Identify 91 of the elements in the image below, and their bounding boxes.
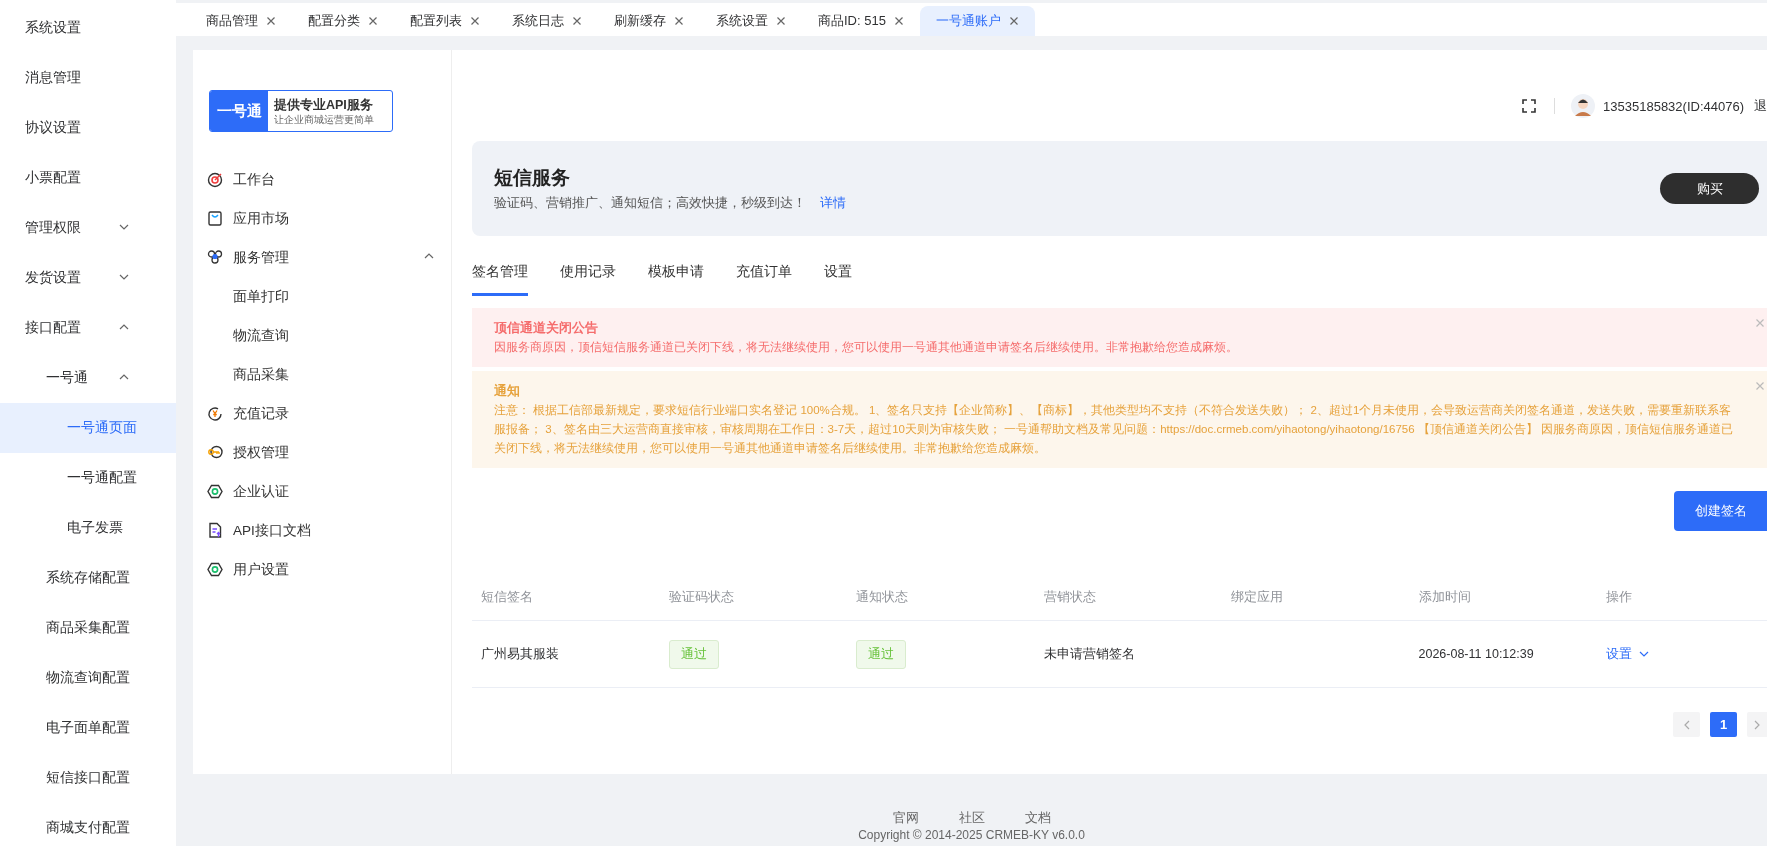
banner-title: 短信服务	[494, 166, 571, 190]
menu-item[interactable]: 面单打印	[193, 277, 451, 316]
table-header-cell-text: 营销状态	[1042, 588, 1097, 606]
table-header-cell-text: 操作	[1605, 588, 1633, 606]
sidebar-item[interactable]: 电子发票	[0, 503, 176, 553]
sidebar-item[interactable]: 系统存储配置	[0, 553, 176, 603]
alert-message: 注意： 根据工信部最新规定，要求短信行业端口实名登记 100%合规。 1、签名只支持【企业简称】、【商标】，其他类型均不支持（不符合发送失败）； 2、超过1个月未使用，会导致运营商关闭签名通道，发送失败，需要重新联系客服报备； 3、签名由三大运营商直接审核，审核周期在工作日：3-7天，超过10天则为审核失败； 一号通帮助文档及常见问题：https://doc.crmeb.com/yihaotong/yihaotong/16756 【顶信通道关闭公告】 因服务商原因，顶信短信服务通道已关闭下线，将无法继续使用，您可以使用一号通其他通道申请签名后继续使用。非常抱歉给您造成麻烦。	[494, 403, 1735, 456]
close-icon[interactable]	[776, 16, 786, 26]
sidebar-item[interactable]: 管理权限	[0, 203, 176, 253]
close-icon[interactable]	[674, 16, 684, 26]
hexagon-icon	[207, 483, 223, 500]
sidebar-item[interactable]: 协议设置	[0, 103, 176, 153]
alert-message: 因服务商原因，顶信短信服务通道已关闭下线，将无法继续使用，您可以使用一号通其他通道申请签名后继续使用。非常抱歉给您造成麻烦。	[494, 340, 1239, 355]
section-tab[interactable]: 签名管理	[472, 246, 528, 296]
menu-item[interactable]: 充值记录	[193, 394, 451, 433]
table-header-cell-text: 短信签名	[480, 588, 534, 606]
sidebar-item[interactable]: 一号通页面	[0, 403, 176, 453]
details-link[interactable]: 详情	[820, 195, 846, 212]
create-signature-button[interactable]: 创建签名	[1674, 491, 1767, 531]
key-icon	[207, 444, 223, 461]
close-icon[interactable]	[1008, 16, 1019, 26]
page-tab[interactable]: 系统日志	[496, 6, 598, 36]
sidebar-item[interactable]: 商城支付配置	[0, 803, 176, 846]
sidebar-item[interactable]: 短信接口配置	[0, 753, 176, 803]
page-tab[interactable]: 商品管理	[190, 6, 292, 36]
menu-item[interactable]: 服务管理	[193, 238, 451, 277]
sidebar-item[interactable]: 消息管理	[0, 53, 176, 103]
nodes-icon	[207, 249, 223, 266]
menu-item[interactable]: 企业认证	[193, 472, 451, 511]
menu-item[interactable]: 工作台	[193, 160, 451, 199]
sidebar-item[interactable]: 小票配置	[0, 153, 176, 203]
table-cell-text: 2026-08-11 10:12:39	[1417, 647, 1535, 661]
page-tab[interactable]: 商品ID: 515	[802, 6, 920, 36]
table-header-cell-text: 绑定应用	[1230, 588, 1284, 606]
banner-description: 验证码、营销推广、通知短信；高效快捷，秒级到达！	[494, 195, 806, 212]
user-name[interactable]: 13535185832(ID:44076)	[1603, 98, 1744, 114]
page-tab[interactable]: 刷新缓存	[598, 6, 700, 36]
section-tab[interactable]: 模板申请	[648, 246, 704, 296]
alert-title: 通知	[494, 383, 521, 400]
menu-item[interactable]: API接口文档	[193, 511, 451, 550]
avatar-icon[interactable]	[1571, 94, 1596, 118]
page-tab[interactable]: 配置列表	[394, 6, 496, 36]
table-cell-text: 广州易其服装	[480, 645, 560, 663]
sidebar-item[interactable]: 发货设置	[0, 253, 176, 303]
section-tab[interactable]: 设置	[824, 246, 852, 296]
table-header-cell-text: 添加时间	[1417, 588, 1472, 606]
menu-item[interactable]: 物流查询	[193, 316, 451, 355]
page-tab[interactable]: 一号通账户	[919, 6, 1035, 36]
sidebar-item[interactable]: 商品采集配置	[0, 603, 176, 653]
sidebar-item[interactable]: 电子面单配置	[0, 703, 176, 753]
document-icon	[207, 522, 223, 539]
footer-link[interactable]: 文档	[1024, 808, 1051, 828]
sidebar-item[interactable]: 一号通	[0, 353, 176, 403]
close-icon[interactable]	[266, 16, 276, 26]
close-icon[interactable]	[470, 16, 480, 26]
sidebar-item[interactable]: 一号通配置	[0, 453, 176, 503]
table-cell-text: 未申请营销签名	[1042, 645, 1136, 663]
status-tag: 通过	[856, 639, 906, 669]
logo-subtitle: 让企业商城运营更简单	[274, 112, 374, 126]
sidebar-item[interactable]: 物流查询配置	[0, 653, 176, 703]
buy-button[interactable]: 购买	[1660, 173, 1759, 204]
close-icon[interactable]	[572, 16, 582, 26]
menu-item[interactable]: 应用市场	[193, 199, 451, 238]
logo-title: 提供专业API服务	[274, 96, 374, 113]
logo-brand: 一号通	[210, 91, 268, 131]
logout-link[interactable]: 退	[1754, 97, 1767, 115]
settings-dropdown-link[interactable]: 设置	[1606, 645, 1650, 663]
section-tab[interactable]: 使用记录	[560, 246, 616, 296]
alert-title: 顶信通道关闭公告	[494, 320, 599, 337]
page-number-button[interactable]: 1	[1710, 712, 1737, 737]
sidebar-item[interactable]: 接口配置	[0, 303, 176, 353]
footer-link[interactable]: 社区	[958, 808, 985, 828]
copyright-text: Copyright © 2014-2025 CRMEB-KY v6.0.0	[858, 828, 1085, 842]
section-tab[interactable]: 充值订单	[736, 246, 792, 296]
table-header-cell-text: 通知状态	[855, 588, 909, 606]
status-tag: 通过	[668, 639, 719, 669]
page-tab[interactable]: 系统设置	[700, 6, 802, 36]
menu-item[interactable]: 商品采集	[193, 355, 451, 394]
menu-item[interactable]: 授权管理	[193, 433, 451, 472]
page-tab[interactable]: 配置分类	[292, 6, 394, 36]
close-icon[interactable]	[893, 16, 904, 26]
table-header-cell-text: 验证码状态	[667, 588, 735, 606]
fullscreen-icon[interactable]	[1522, 99, 1537, 113]
bag-icon	[207, 210, 223, 227]
hexagon-icon	[207, 561, 223, 578]
sidebar-item[interactable]: 系统设置	[0, 3, 176, 53]
menu-item[interactable]: 用户设置	[193, 550, 451, 589]
footer-link[interactable]: 官网	[892, 808, 919, 828]
target-icon	[207, 171, 223, 188]
yen-icon	[207, 405, 223, 422]
close-icon[interactable]	[368, 16, 378, 26]
